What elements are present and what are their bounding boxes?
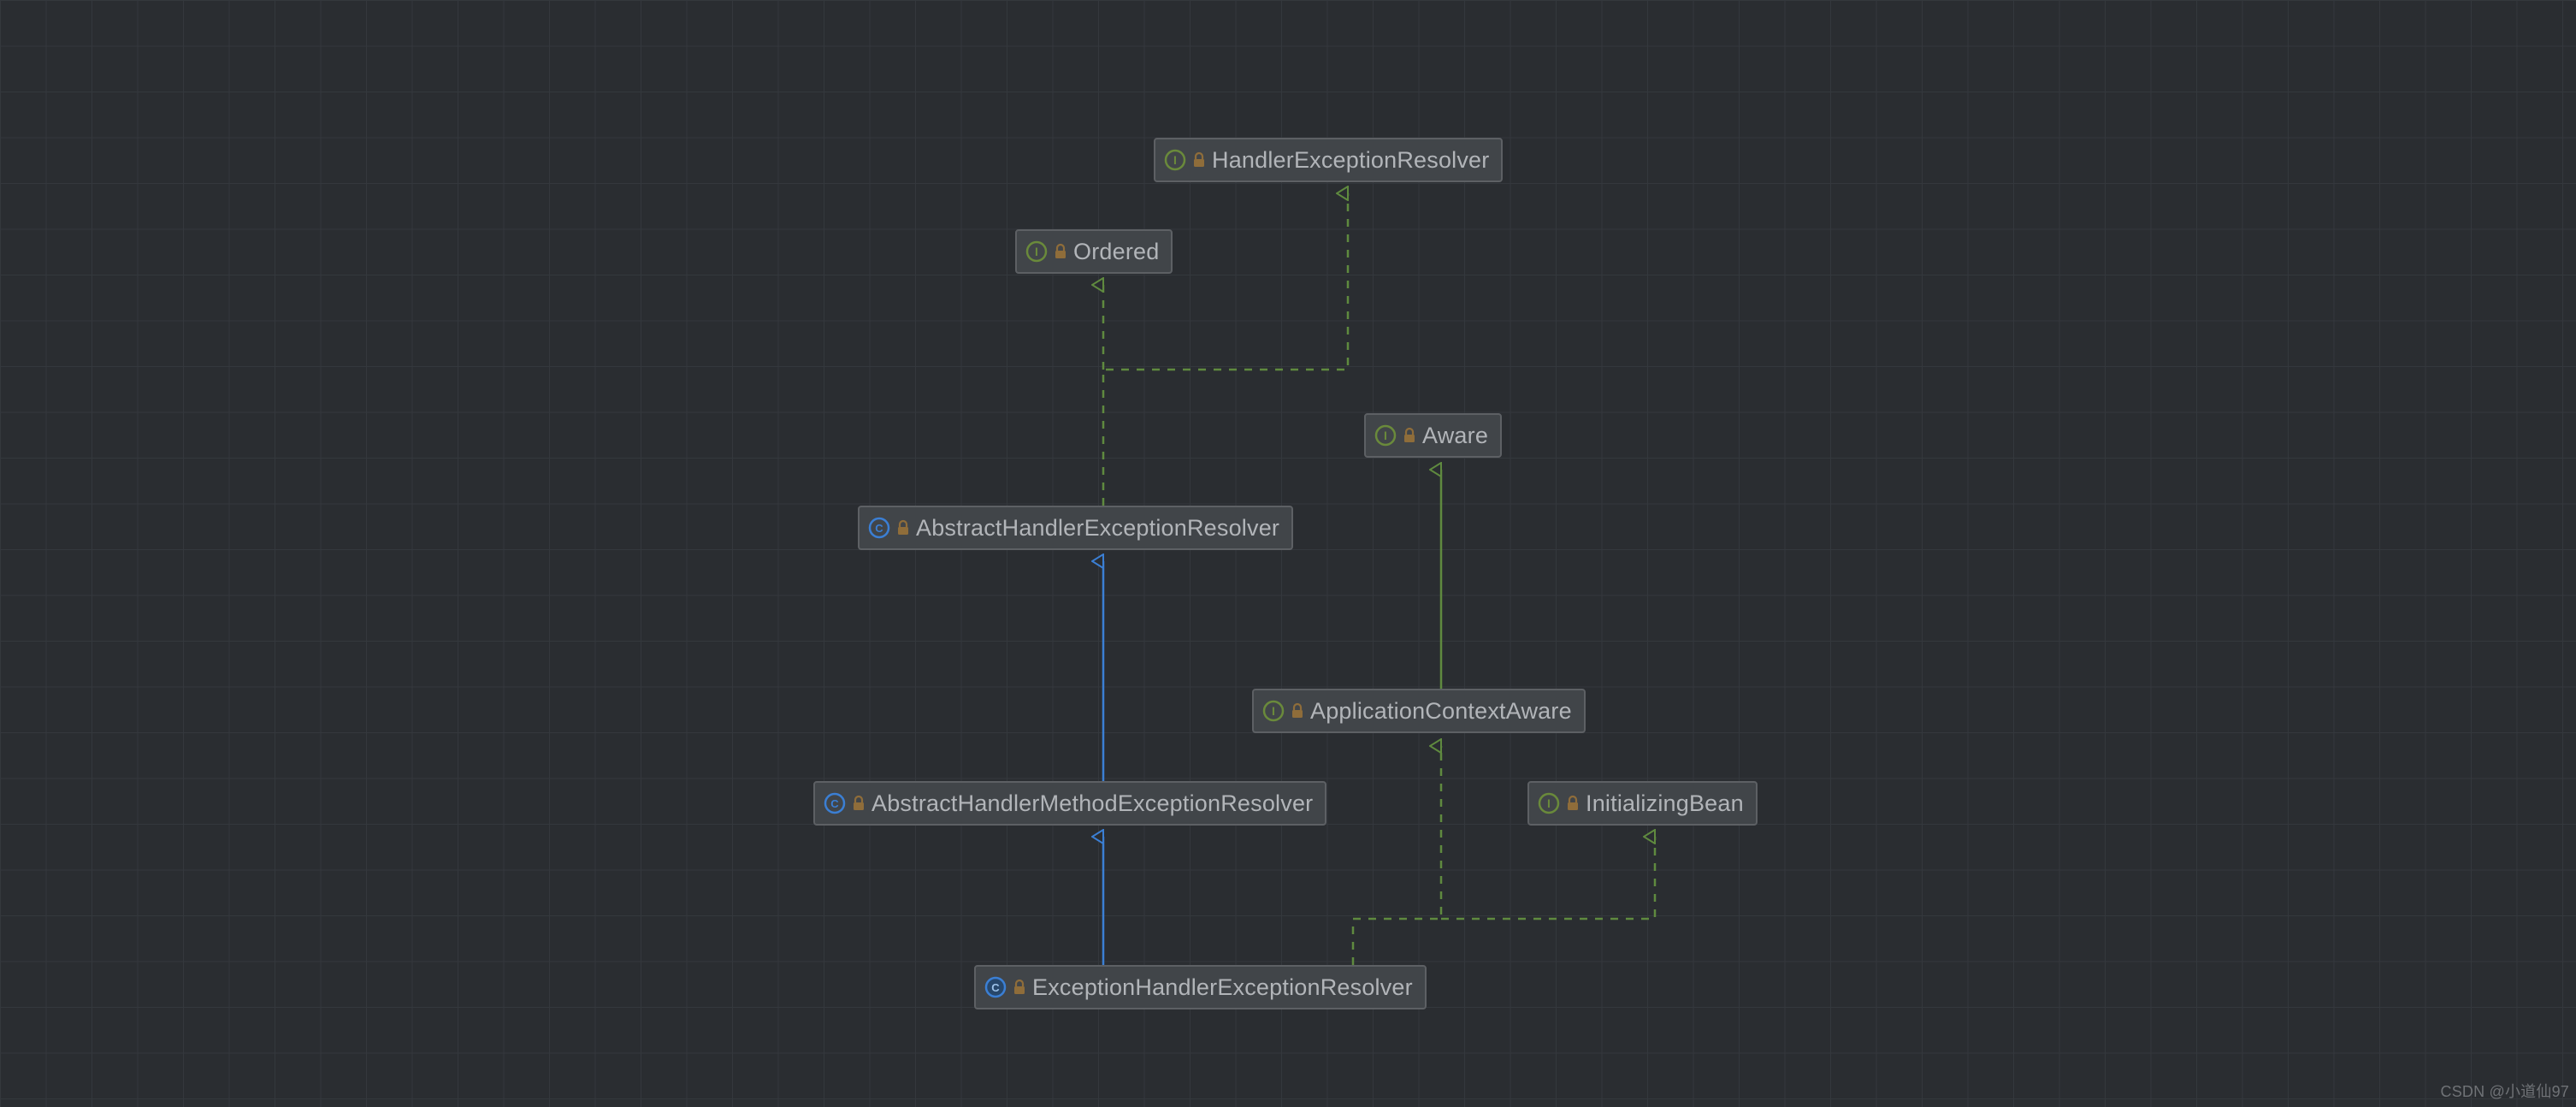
interface-icon: I <box>1374 424 1397 447</box>
node-ordered[interactable]: I Ordered <box>1015 229 1173 274</box>
node-abstract-handler-method-exception-resolver[interactable]: C AbstractHandlerMethodExceptionResolver <box>813 781 1326 826</box>
svg-text:C: C <box>991 981 1000 994</box>
svg-text:C: C <box>875 522 883 535</box>
lock-icon <box>1290 702 1305 719</box>
node-label: HandlerExceptionResolver <box>1212 147 1489 174</box>
lock-icon <box>1402 427 1417 444</box>
node-exception-handler-exception-resolver[interactable]: C ExceptionHandlerExceptionResolver <box>974 965 1427 1009</box>
lock-icon <box>1012 979 1027 996</box>
interface-icon: I <box>1164 149 1186 171</box>
node-label: AbstractHandlerExceptionResolver <box>916 515 1279 542</box>
svg-text:I: I <box>1384 429 1387 442</box>
node-label: Aware <box>1422 423 1488 449</box>
node-aware[interactable]: I Aware <box>1364 413 1502 458</box>
interface-icon: I <box>1538 792 1560 814</box>
svg-text:C: C <box>830 797 839 810</box>
svg-text:I: I <box>1035 245 1038 258</box>
lock-icon <box>895 519 911 536</box>
node-initializing-bean[interactable]: I InitializingBean <box>1527 781 1758 826</box>
lock-icon <box>1191 151 1207 169</box>
node-abstract-handler-exception-resolver[interactable]: C AbstractHandlerExceptionResolver <box>858 506 1293 550</box>
interface-icon: I <box>1025 240 1048 263</box>
node-label: ExceptionHandlerExceptionResolver <box>1032 974 1413 1001</box>
class-icon: C <box>868 517 890 539</box>
node-label: ApplicationContextAware <box>1310 698 1572 725</box>
watermark: CSDN @小道仙97 <box>2441 1080 2570 1102</box>
interface-icon: I <box>1262 700 1285 722</box>
svg-text:I: I <box>1173 153 1177 167</box>
lock-icon <box>851 795 866 812</box>
node-label: Ordered <box>1073 239 1159 265</box>
class-icon: C <box>984 976 1007 998</box>
node-handler-exception-resolver[interactable]: I HandlerExceptionResolver <box>1154 138 1503 182</box>
class-icon: C <box>824 792 846 814</box>
lock-icon <box>1053 243 1068 260</box>
node-label: InitializingBean <box>1586 790 1744 817</box>
svg-text:I: I <box>1547 796 1551 810</box>
uml-canvas[interactable]: I HandlerExceptionResolver I Ordered I A… <box>0 0 2576 1107</box>
node-application-context-aware[interactable]: I ApplicationContextAware <box>1252 689 1586 733</box>
lock-icon <box>1565 795 1580 812</box>
node-label: AbstractHandlerMethodExceptionResolver <box>871 790 1313 817</box>
svg-text:I: I <box>1272 704 1275 718</box>
